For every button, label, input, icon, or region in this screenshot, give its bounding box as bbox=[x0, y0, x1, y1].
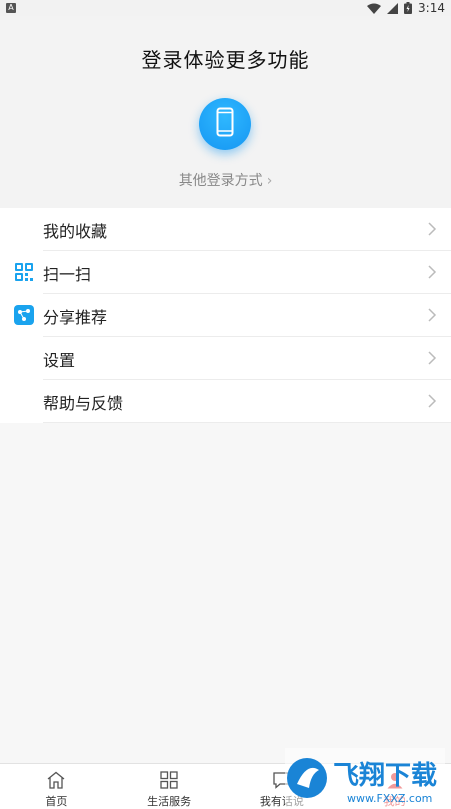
tab-label: 我的 bbox=[383, 795, 406, 808]
menu-item-favorites[interactable]: 我的收藏 bbox=[0, 208, 451, 251]
other-login-link[interactable]: 其他登录方式 › bbox=[0, 170, 451, 190]
grid-icon bbox=[160, 770, 178, 790]
share-icon bbox=[14, 305, 34, 325]
menu-item-label: 设置 bbox=[43, 350, 76, 370]
chevron-right-icon bbox=[428, 265, 437, 279]
divider bbox=[43, 422, 451, 423]
tab-life-services[interactable]: 生活服务 bbox=[113, 764, 226, 809]
tab-label: 生活服务 bbox=[147, 795, 192, 808]
battery-icon bbox=[404, 2, 413, 14]
tab-label: 首页 bbox=[45, 795, 68, 808]
bottom-tab-bar: 首页 生活服务 我有话说 我的 bbox=[0, 763, 451, 809]
chevron-right-icon bbox=[428, 394, 437, 408]
tab-home[interactable]: 首页 bbox=[0, 764, 113, 809]
tab-speak[interactable]: 我有话说 bbox=[226, 764, 339, 809]
menu-item-scan[interactable]: 扫一扫 bbox=[0, 251, 451, 294]
chevron-right-icon bbox=[428, 351, 437, 365]
status-left: A bbox=[6, 3, 16, 13]
login-header: 登录体验更多功能 其他登录方式 › bbox=[0, 16, 451, 208]
menu-list: 我的收藏 扫一扫 分享推荐 设置 帮助与反馈 bbox=[0, 208, 451, 423]
signal-icon bbox=[387, 2, 399, 14]
user-icon bbox=[386, 770, 404, 790]
other-login-label: 其他登录方式 bbox=[178, 173, 263, 189]
status-right: 3:14 bbox=[367, 1, 445, 15]
menu-item-label: 帮助与反馈 bbox=[43, 393, 124, 413]
home-icon bbox=[46, 770, 66, 790]
login-title: 登录体验更多功能 bbox=[141, 48, 310, 72]
tab-label: 我有话说 bbox=[259, 795, 304, 808]
phone-icon bbox=[216, 107, 234, 141]
scan-icon bbox=[14, 262, 34, 282]
status-bar: A 3:14 bbox=[0, 0, 451, 16]
menu-item-label: 我的收藏 bbox=[43, 221, 108, 241]
menu-item-settings[interactable]: 设置 bbox=[0, 337, 451, 380]
wifi-icon bbox=[367, 3, 382, 14]
notification-a-icon: A bbox=[6, 3, 16, 13]
status-time: 3:14 bbox=[418, 1, 445, 15]
chat-icon bbox=[272, 770, 292, 790]
menu-item-label: 分享推荐 bbox=[43, 307, 108, 327]
menu-item-label: 扫一扫 bbox=[43, 264, 92, 284]
chevron-right-icon: › bbox=[266, 173, 273, 189]
chevron-right-icon bbox=[428, 308, 437, 322]
phone-login-button[interactable] bbox=[199, 98, 251, 150]
menu-item-help[interactable]: 帮助与反馈 bbox=[0, 380, 451, 423]
chevron-right-icon bbox=[428, 222, 437, 236]
menu-item-share[interactable]: 分享推荐 bbox=[0, 294, 451, 337]
tab-mine[interactable]: 我的 bbox=[338, 764, 451, 809]
